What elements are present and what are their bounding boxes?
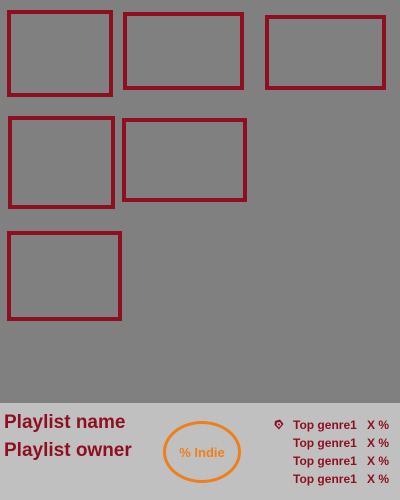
indie-percentage-label: % Indie xyxy=(179,444,225,460)
genre-item: Top genre1 X % xyxy=(293,416,389,434)
genre-percentage: X % xyxy=(367,454,390,468)
genre-item: Top genre1 X % xyxy=(293,434,389,452)
genre-tag-icon xyxy=(274,419,284,430)
indie-percentage-badge: % Indie xyxy=(163,421,241,483)
genre-name: Top genre1 xyxy=(293,436,357,450)
cover-slot-2[interactable] xyxy=(123,12,244,90)
playlist-name[interactable]: Playlist name xyxy=(4,412,125,434)
genre-name: Top genre1 xyxy=(293,472,357,486)
genre-percentage: X % xyxy=(367,418,390,432)
genre-percentage: X % xyxy=(367,472,390,486)
top-genres-list: Top genre1 X % Top genre1 X % Top genre1 X … xyxy=(293,416,389,488)
cover-slot-4[interactable] xyxy=(8,116,115,209)
genre-item: Top genre1 X % xyxy=(293,470,389,488)
genre-name: Top genre1 xyxy=(293,454,357,468)
genre-percentage: X % xyxy=(367,436,390,450)
cover-slot-3[interactable] xyxy=(265,15,386,90)
cover-slot-6[interactable] xyxy=(7,231,122,321)
playlist-owner[interactable]: Playlist owner xyxy=(4,440,132,462)
cover-grid xyxy=(0,0,400,403)
genre-item: Top genre1 X % xyxy=(293,452,389,470)
cover-slot-5[interactable] xyxy=(122,118,247,202)
playlist-info-panel: Playlist name Playlist owner % Indie Top… xyxy=(0,403,400,500)
genre-name: Top genre1 xyxy=(293,418,357,432)
cover-slot-1[interactable] xyxy=(7,10,113,97)
